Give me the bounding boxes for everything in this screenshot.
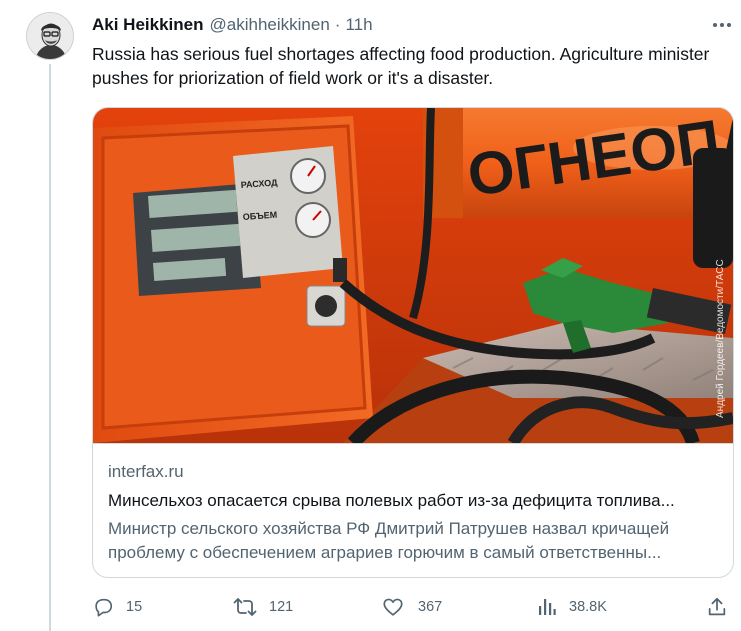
share-icon <box>708 597 726 616</box>
repost-icon <box>233 598 257 616</box>
card-title: Минсельхоз опасается срыва полевых работ… <box>108 491 675 510</box>
author-name[interactable]: Aki Heikkinen <box>92 15 204 35</box>
card-body[interactable]: interfax.ru Минсельхоз опасается срыва п… <box>93 443 733 577</box>
tweet-text: Russia has serious fuel shortages affect… <box>92 44 710 88</box>
more-options-button[interactable] <box>708 14 736 36</box>
reply-count: 15 <box>126 599 143 615</box>
card-domain: interfax.ru <box>108 462 184 481</box>
fuel-dispenser-photo: ОГНЕОПАСНО РАСХОД ОБЪЕМ Андрей Гордеев/В… <box>93 108 733 448</box>
photo-credit: Андрей Гордеев/Ведомости/ТАСС <box>715 259 726 418</box>
thread-line <box>49 64 51 631</box>
tweet-actions: 15 121 367 38.8K <box>92 592 734 622</box>
card-description: Министр сельского хозяйства РФ Дмитрий П… <box>108 519 670 562</box>
share-button[interactable] <box>706 592 728 622</box>
like-button[interactable]: 367 <box>382 592 442 622</box>
more-icon <box>713 23 731 27</box>
repost-count: 121 <box>269 599 294 615</box>
views-count: 38.8K <box>569 599 607 615</box>
views-chart-icon <box>539 599 556 615</box>
views-button[interactable]: 38.8K <box>537 592 607 622</box>
separator-dot: · <box>334 15 341 34</box>
card-image[interactable]: ОГНЕОПАСНО РАСХОД ОБЪЕМ Андрей Гордеев/В… <box>93 108 733 448</box>
repost-button[interactable]: 121 <box>233 592 293 622</box>
heart-icon <box>383 598 403 616</box>
reply-button[interactable]: 15 <box>92 592 142 622</box>
author-handle[interactable]: @akihheikkinen <box>210 15 330 35</box>
tweet-header: Aki Heikkinen @akihheikkinen · 11h <box>92 13 373 37</box>
like-count: 367 <box>418 599 443 615</box>
avatar[interactable] <box>26 12 74 60</box>
link-card[interactable]: ОГНЕОПАСНО РАСХОД ОБЪЕМ Андрей Гордеев/В… <box>92 107 734 578</box>
avatar-portrait-icon <box>27 13 73 59</box>
reply-icon <box>95 598 113 617</box>
tweet-time[interactable]: 11h <box>345 15 372 35</box>
